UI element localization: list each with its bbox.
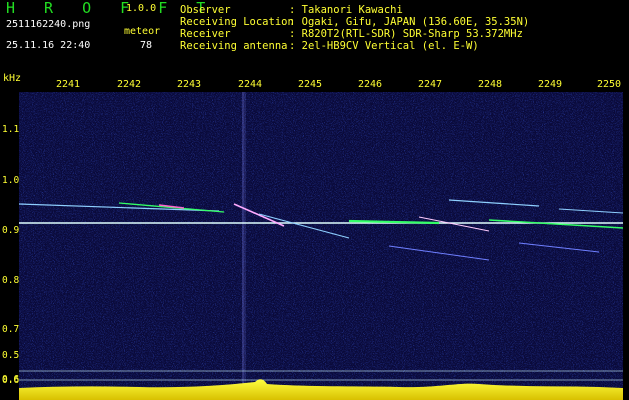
freq-tick: 0.6 [2, 375, 20, 386]
spectrogram [19, 92, 623, 400]
time-tick: 2249 [538, 79, 563, 90]
freq-tick: 0.9 [2, 225, 20, 236]
freq-tick: 1.0 [2, 175, 20, 186]
info-key-receiver: Receiver [180, 28, 231, 40]
time-tick: 2246 [358, 79, 383, 90]
freq-tick: 1.1 [2, 124, 20, 135]
time-tick: 2248 [478, 79, 503, 90]
freq-tick: 0.8 [2, 275, 20, 286]
time-tick: 2244 [238, 79, 263, 90]
info-value-location: : Ogaki, Gifu, JAPAN (136.60E, 35.35N) [289, 16, 530, 28]
time-tick: 2241 [56, 79, 81, 90]
file-name: 2511162240.png [6, 19, 91, 30]
time-tick: 2245 [298, 79, 323, 90]
meteor-count: 78 [140, 40, 153, 51]
y-axis-unit: kHz [3, 73, 22, 84]
app-version: 1.0.0 [126, 3, 157, 14]
spectrogram-canvas [19, 92, 623, 400]
noise-texture [19, 92, 623, 400]
time-tick: 2247 [418, 79, 443, 90]
info-key-antenna: Receiving antenna [180, 40, 288, 52]
time-tick: 2242 [117, 79, 142, 90]
time-tick: 2250 [597, 79, 622, 90]
meteor-label: meteor [124, 26, 161, 37]
timestamp: 25.11.16 22:40 [6, 40, 91, 51]
info-key-observer: Observer [180, 4, 231, 16]
info-key-location: Receiving Location [180, 16, 294, 28]
info-value-antenna: : 2el-HB9CV Vertical (el. E-W) [289, 40, 479, 52]
info-value-observer: : Takanori Kawachi [289, 4, 403, 16]
time-tick: 2243 [177, 79, 202, 90]
freq-tick: 0.7 [2, 324, 20, 335]
freq-tick: 0.5 [2, 350, 20, 361]
info-value-receiver: : R820T2(RTL-SDR) SDR-Sharp 53.372MHz [289, 28, 523, 40]
